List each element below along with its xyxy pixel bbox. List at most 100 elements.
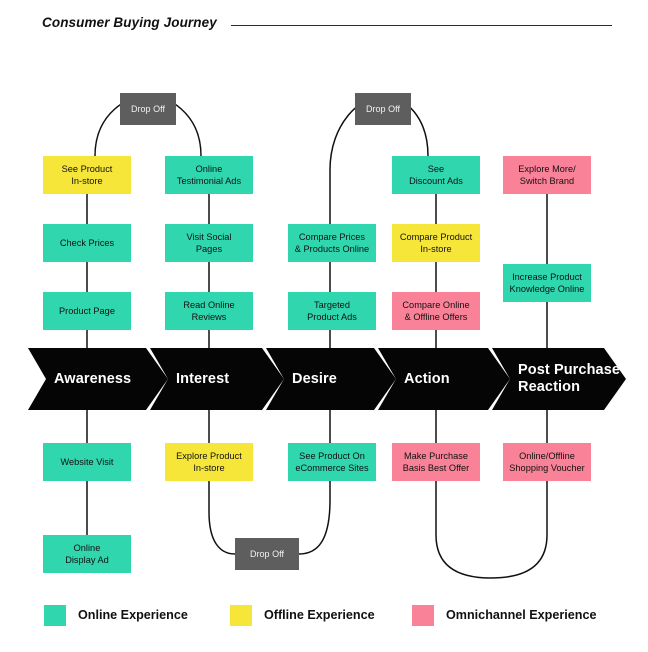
dropoff-label: Drop Off — [249, 549, 284, 559]
journey-node-label-line1: Increase Product — [512, 272, 582, 282]
journey-node-label-line1: Online/Offline — [519, 451, 575, 461]
legend-swatch-offline-icon — [230, 604, 252, 626]
journey-node-label-line2: Basis Best Offer — [402, 463, 470, 473]
journey-node[interactable]: See Product On eCommerce Sites — [288, 443, 376, 481]
journey-node-label: Make Purchase Basis Best Offer — [403, 450, 470, 474]
journey-node-label-line1: Read Online — [183, 300, 235, 310]
dropoff-label: Drop Off — [365, 104, 400, 114]
journey-node[interactable]: Website Visit — [43, 443, 131, 481]
journey-node-label: Product Page — [59, 305, 115, 317]
journey-node-label-line1: Online — [73, 543, 101, 553]
stage-awareness[interactable]: Awareness — [28, 348, 168, 410]
journey-node-label: Increase Product Knowledge Online — [510, 271, 585, 295]
journey-node[interactable]: Compare Product In-store — [392, 224, 480, 262]
journey-node[interactable]: Explore Product In-store — [165, 443, 253, 481]
legend-item-offline[interactable]: Offline Experience — [230, 603, 375, 627]
journey-node[interactable]: Check Prices — [43, 224, 131, 262]
legend-label: Offline Experience — [264, 608, 375, 622]
journey-node[interactable]: Online/Offline Shopping Voucher — [503, 443, 591, 481]
loop-curve-purchase-voucher — [435, 481, 548, 579]
journey-node-label-line2: In-store — [420, 244, 452, 254]
dropoff-marker[interactable]: Drop Off — [120, 93, 176, 125]
legend-label: Online Experience — [78, 608, 188, 622]
journey-node-label: Online Testimonial Ads — [177, 163, 241, 187]
journey-node[interactable]: Read Online Reviews — [165, 292, 253, 330]
journey-node[interactable]: See Product In-store — [43, 156, 131, 194]
legend-swatch-omnichannel-icon — [412, 604, 434, 626]
dropoff-marker[interactable]: Drop Off — [355, 93, 411, 125]
legend-item-online[interactable]: Online Experience — [44, 603, 188, 627]
journey-node[interactable]: Online Testimonial Ads — [165, 156, 253, 194]
journey-node-label-line2: Testimonial Ads — [176, 176, 242, 186]
legend-swatch-online-icon — [44, 604, 66, 626]
journey-node-label-line1: Explore Product — [176, 451, 242, 461]
journey-node-label-line2: eCommerce Sites — [295, 463, 369, 473]
journey-node-label-line2: Knowledge Online — [509, 284, 585, 294]
dropoff-label: Drop Off — [130, 104, 165, 114]
journey-node-label-line2: & Products Online — [294, 244, 370, 254]
journey-node-label: Explore More/Switch Brand — [518, 163, 575, 187]
journey-node-label-line2: Product Ads — [307, 312, 357, 322]
stage-label-line1: Post Purchase — [518, 362, 621, 378]
journey-node-label-line2: Pages — [195, 244, 223, 254]
journey-node-label-line1: Online — [195, 164, 223, 174]
journey-node-label: Website Visit — [60, 456, 113, 468]
legend-label: Omnichannel Experience — [446, 608, 597, 622]
stage-action[interactable]: Action — [378, 348, 510, 410]
journey-node-label: Online/Offline Shopping Voucher — [509, 450, 584, 474]
dropoff-arc-3-left — [208, 481, 236, 555]
journey-node-label: See Product On eCommerce Sites — [295, 450, 368, 474]
journey-node-label: Explore Product In-store — [176, 450, 242, 474]
journey-node-label-line1: See — [427, 164, 445, 174]
journey-node-label: See Discount Ads — [409, 163, 463, 187]
journey-node[interactable]: Increase Product Knowledge Online — [503, 264, 591, 302]
journey-node-label: Compare Product In-store — [400, 231, 472, 255]
journey-node-label-line2: In-store — [193, 463, 225, 473]
stage-label-line2: Reaction — [518, 379, 581, 395]
journey-node-label: Compare Prices & Products Online — [295, 231, 369, 255]
journey-node-label: Targeted Product Ads — [307, 299, 357, 323]
legend: Online Experience Offline Experience Omn… — [44, 603, 614, 627]
stage-label: Post Purchase Reaction — [492, 362, 626, 396]
page-title: Consumer Buying Journey — [42, 14, 217, 30]
journey-node[interactable]: Online Display Ad — [43, 535, 131, 573]
stage-interest[interactable]: Interest — [150, 348, 284, 410]
journey-node-label-line2: Shopping Voucher — [509, 463, 585, 473]
journey-node[interactable]: Product Page — [43, 292, 131, 330]
header-divider — [230, 24, 612, 26]
journey-node-label-line2: Display Ad — [65, 555, 109, 565]
journey-node-label-line2: Discount Ads — [409, 176, 463, 186]
journey-node[interactable]: Make Purchase Basis Best Offer — [392, 443, 480, 481]
journey-node-label: Visit Social Pages — [186, 231, 231, 255]
journey-node-label-line2: In-store — [71, 176, 103, 186]
journey-node-label-line1: Compare Online — [402, 300, 470, 310]
journey-node-label-line1: Check Prices — [59, 238, 115, 248]
dropoff-marker[interactable]: Drop Off — [235, 538, 299, 570]
journey-node[interactable]: Targeted Product Ads — [288, 292, 376, 330]
journey-node-label-line1: Product Page — [59, 306, 115, 316]
journey-node[interactable]: Explore More/Switch Brand — [503, 156, 591, 194]
journey-node-label: Compare Online & Offline Offers — [402, 299, 469, 323]
journey-node-label: Online Display Ad — [65, 542, 109, 566]
journey-node-label: Read Online Reviews — [183, 299, 234, 323]
stage-post-purchase-reaction[interactable]: Post Purchase Reaction — [492, 348, 626, 410]
journey-node-label-line1: Targeted — [314, 300, 350, 310]
journey-node-label-line2: Switch Brand — [519, 176, 575, 186]
journey-node[interactable]: See Discount Ads — [392, 156, 480, 194]
stage-desire[interactable]: Desire — [266, 348, 396, 410]
diagram-header: Consumer Buying Journey — [42, 11, 612, 33]
journey-node-label-line1: Website Visit — [60, 457, 114, 467]
journey-node[interactable]: Compare Prices & Products Online — [288, 224, 376, 262]
journey-node-label-line2: & Offline Offers — [404, 312, 468, 322]
journey-diagram-canvas: Consumer Buying Journey Awareness Intere… — [0, 0, 648, 652]
journey-node-label-line1: Explore More/ — [518, 164, 576, 174]
legend-item-omnichannel[interactable]: Omnichannel Experience — [412, 603, 596, 627]
dropoff-arc-3-right — [298, 408, 331, 555]
journey-node-label-line1: See Product On — [299, 451, 365, 461]
journey-node[interactable]: Compare Online & Offline Offers — [392, 292, 480, 330]
journey-node-label-line1: Compare Prices — [298, 232, 366, 242]
journey-node[interactable]: Visit Social Pages — [165, 224, 253, 262]
journey-node-label: Check Prices — [60, 237, 114, 249]
journey-node-label: See Product In-store — [62, 163, 113, 187]
journey-node-label-line2: Reviews — [191, 312, 227, 322]
